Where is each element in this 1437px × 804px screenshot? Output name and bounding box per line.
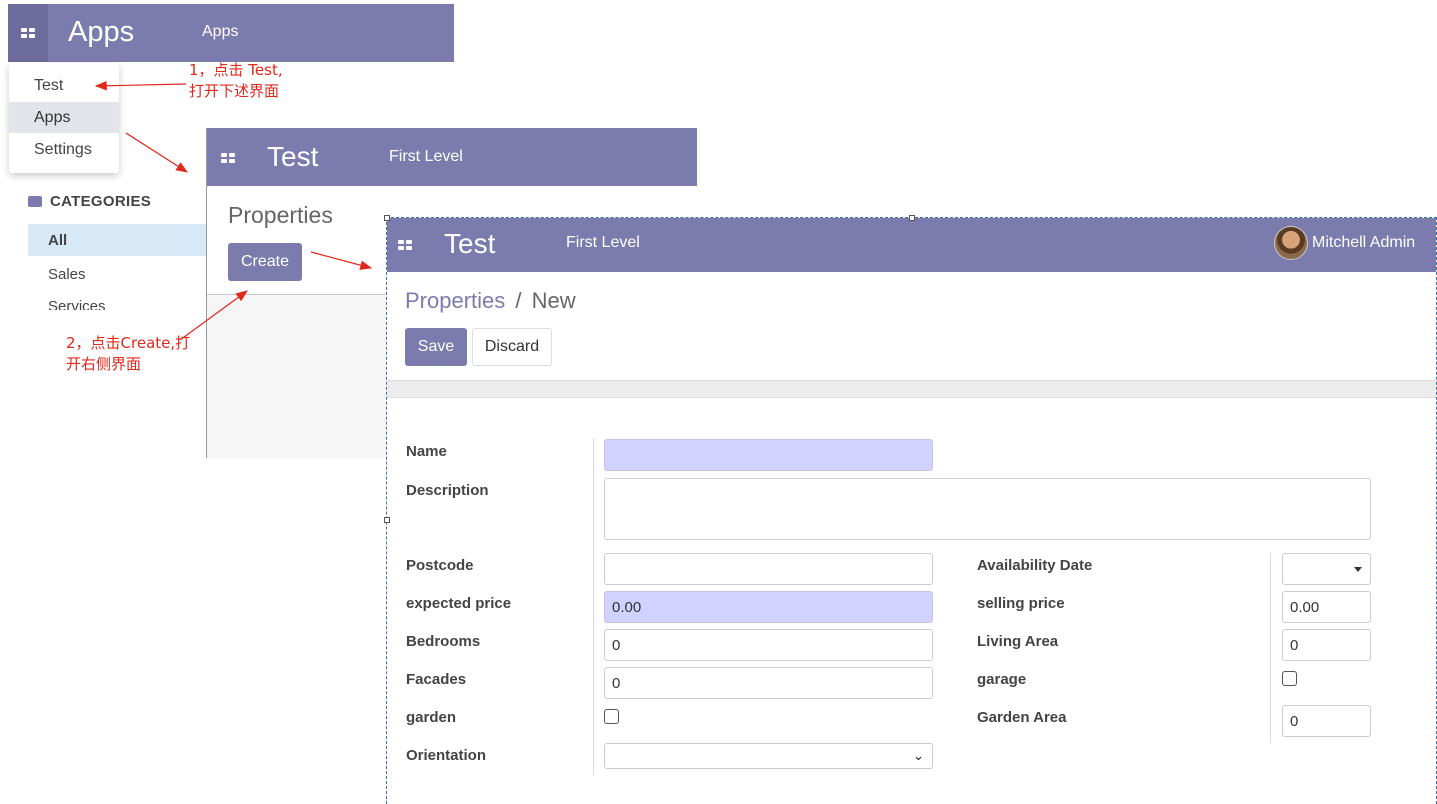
folder-icon xyxy=(28,196,42,207)
orientation-label: Orientation xyxy=(406,747,487,764)
breadcrumb-parent-link[interactable]: Properties xyxy=(405,288,505,313)
apps-navbar: Apps Apps xyxy=(8,4,454,62)
create-button[interactable]: Create xyxy=(228,243,302,281)
test-navbar: Test First Level xyxy=(207,128,697,186)
postcode-label: Postcode xyxy=(406,557,474,574)
dropdown-item-settings[interactable]: Settings xyxy=(9,134,119,165)
selection-handle xyxy=(384,517,390,523)
test-menu-link-first-level[interactable]: First Level xyxy=(389,148,463,166)
avatar[interactable] xyxy=(1274,226,1308,260)
discard-button[interactable]: Discard xyxy=(472,328,552,366)
selection-handle xyxy=(909,215,915,221)
chevron-down-icon: ⌄ xyxy=(913,748,924,763)
expected-price-input[interactable]: 0.00 xyxy=(604,591,933,623)
garden-area-label: Garden Area xyxy=(977,709,1067,726)
right-group-divider xyxy=(1270,553,1271,743)
dropdown-item-test[interactable]: Test xyxy=(9,71,119,101)
garden-checkbox[interactable] xyxy=(604,709,619,724)
garage-label: garage xyxy=(977,671,1027,688)
form-breadcrumb: Properties / New xyxy=(405,288,576,314)
breadcrumb-separator: / xyxy=(515,288,522,313)
menu-link-apps[interactable]: Apps xyxy=(202,23,238,41)
facades-input[interactable]: 0 xyxy=(604,667,933,699)
living-area-input[interactable]: 0 xyxy=(1282,629,1371,661)
form-window: Test First Level Mitchell Admin Properti… xyxy=(386,217,1437,804)
form-grid-icon[interactable] xyxy=(398,240,412,251)
test-app-title: Test xyxy=(267,141,319,172)
apps-menu-toggle[interactable] xyxy=(8,4,48,62)
postcode-input[interactable] xyxy=(604,553,933,585)
category-sales[interactable]: Sales xyxy=(48,266,86,283)
expected-price-label: expected price xyxy=(406,595,512,612)
test-breadcrumb: Properties xyxy=(228,202,333,228)
category-services[interactable]: Services xyxy=(48,298,106,310)
availability-date-input[interactable] xyxy=(1282,553,1371,585)
form-app-title: Test xyxy=(444,228,496,259)
selection-handle xyxy=(384,215,390,221)
bedrooms-input[interactable]: 0 xyxy=(604,629,933,661)
bedrooms-label: Bedrooms xyxy=(406,633,481,650)
garden-area-input[interactable]: 0 xyxy=(1282,705,1371,737)
form-menu-link-first-level[interactable]: First Level xyxy=(566,234,640,252)
annotation-step-1: 1，点击 Test, 打开下述界面 xyxy=(189,61,283,100)
categories-panel: CATEGORIES All Sales Services xyxy=(28,192,206,310)
garage-checkbox[interactable] xyxy=(1282,671,1297,686)
availability-date-label: Availability Date xyxy=(977,557,1093,574)
arrow-to-test-window xyxy=(125,132,189,173)
save-button[interactable]: Save xyxy=(405,328,467,366)
description-textarea[interactable] xyxy=(604,478,1371,540)
test-grid-icon[interactable] xyxy=(221,153,235,164)
dropdown-item-apps[interactable]: Apps xyxy=(9,102,119,133)
form-status-bar xyxy=(387,380,1436,398)
living-area-label: Living Area xyxy=(977,633,1059,650)
name-label: Name xyxy=(406,443,447,460)
category-all[interactable]: All xyxy=(28,224,206,256)
description-label: Description xyxy=(406,482,489,499)
apps-grid-icon xyxy=(21,27,35,39)
annotation-step-2: 2，点击Create,打 开右侧界面 xyxy=(66,334,191,373)
garden-label: garden xyxy=(406,709,457,726)
facades-label: Facades xyxy=(406,671,467,688)
user-name[interactable]: Mitchell Admin xyxy=(1312,234,1415,252)
name-input[interactable] xyxy=(604,439,933,471)
selling-price-label: selling price xyxy=(977,595,1065,612)
breadcrumb-current: New xyxy=(531,288,576,313)
app-title: Apps xyxy=(68,16,135,48)
apps-dropdown-menu: Test Apps Settings xyxy=(9,63,119,173)
caret-down-icon xyxy=(1354,567,1362,572)
orientation-select[interactable]: ⌄ xyxy=(604,743,933,769)
categories-title: CATEGORIES xyxy=(50,193,152,210)
left-group-divider xyxy=(593,438,594,775)
form-navbar: Test First Level Mitchell Admin xyxy=(387,218,1436,272)
selling-price-input[interactable]: 0.00 xyxy=(1282,591,1371,623)
